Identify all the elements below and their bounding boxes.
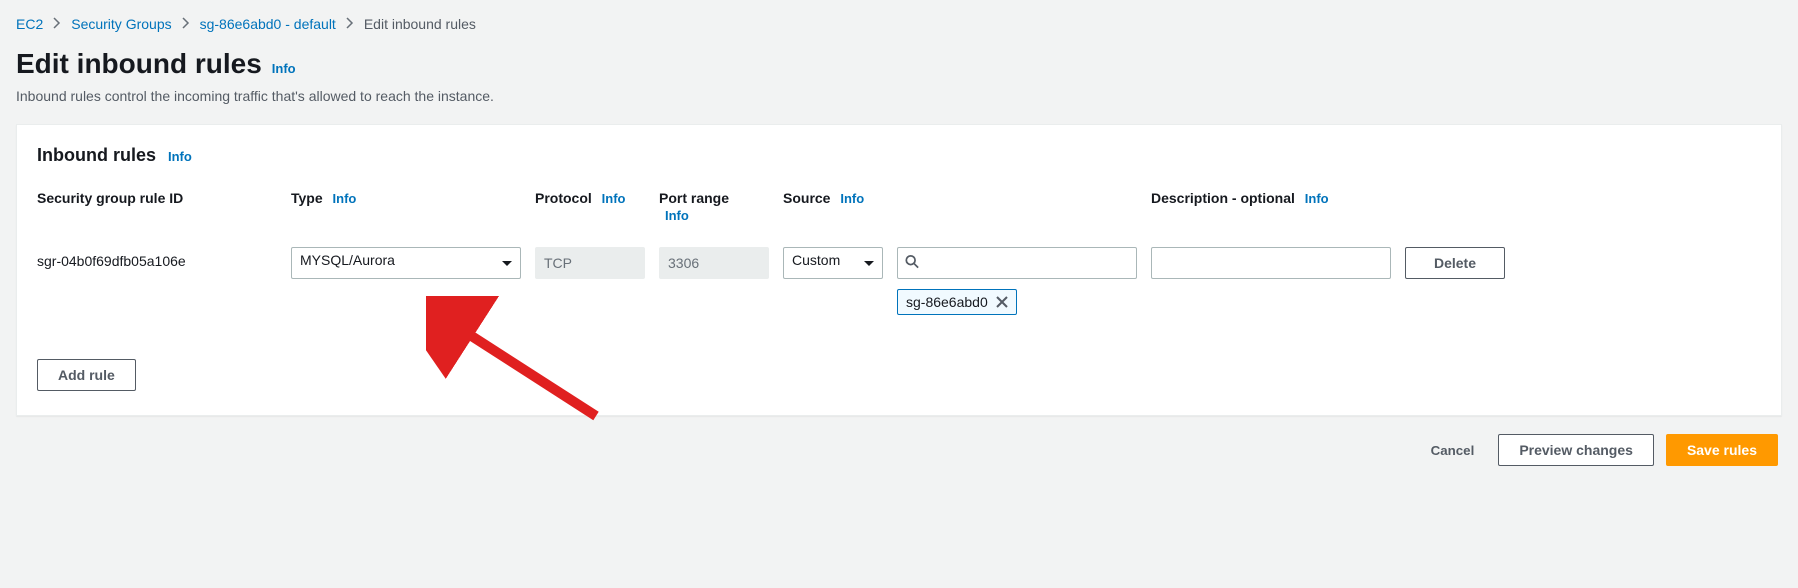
source-mode-select[interactable]: Custom <box>783 247 883 279</box>
col-source: Source Info <box>783 190 883 206</box>
source-token: sg-86e6abd0 <box>897 289 1017 315</box>
chevron-right-icon <box>346 16 354 32</box>
breadcrumb-sg-detail[interactable]: sg-86e6abd0 - default <box>200 16 336 32</box>
search-icon <box>905 255 919 272</box>
col-port-range: Port range Info <box>659 190 769 223</box>
inbound-rules-panel: Inbound rules Info Security group rule I… <box>16 124 1782 416</box>
preview-changes-button[interactable]: Preview changes <box>1498 434 1654 466</box>
page-subtitle: Inbound rules control the incoming traff… <box>16 88 1782 104</box>
description-input[interactable] <box>1151 247 1391 279</box>
rule-row: sgr-04b0f69dfb05a106e MYSQL/Aurora Custo… <box>37 247 1761 315</box>
col-rule-id: Security group rule ID <box>37 190 277 206</box>
port-range-input <box>659 247 769 279</box>
breadcrumb-current: Edit inbound rules <box>364 16 476 32</box>
type-select[interactable]: MYSQL/Aurora <box>291 247 521 279</box>
info-link-protocol[interactable]: Info <box>602 191 626 206</box>
add-rule-button[interactable]: Add rule <box>37 359 136 391</box>
chevron-right-icon <box>182 16 190 32</box>
info-link-panel[interactable]: Info <box>168 149 192 164</box>
col-description: Description - optional Info <box>1151 190 1391 206</box>
cancel-button[interactable]: Cancel <box>1419 439 1487 462</box>
save-rules-button[interactable]: Save rules <box>1666 434 1778 466</box>
breadcrumb-security-groups[interactable]: Security Groups <box>71 16 171 32</box>
breadcrumb: EC2 Security Groups sg-86e6abd0 - defaul… <box>16 16 1782 32</box>
source-token-label: sg-86e6abd0 <box>906 294 988 310</box>
source-search-input[interactable] <box>897 247 1137 279</box>
col-protocol: Protocol Info <box>535 190 645 206</box>
panel-title: Inbound rules <box>37 145 156 166</box>
close-icon[interactable] <box>996 296 1008 308</box>
info-link-page[interactable]: Info <box>272 61 296 76</box>
info-link-port[interactable]: Info <box>665 208 769 223</box>
delete-button[interactable]: Delete <box>1405 247 1505 279</box>
protocol-input <box>535 247 645 279</box>
info-link-type[interactable]: Info <box>333 191 357 206</box>
rule-id-value: sgr-04b0f69dfb05a106e <box>37 247 277 269</box>
col-type: Type Info <box>291 190 521 206</box>
breadcrumb-ec2[interactable]: EC2 <box>16 16 43 32</box>
info-link-description[interactable]: Info <box>1305 191 1329 206</box>
page-title: Edit inbound rules <box>16 48 262 80</box>
chevron-right-icon <box>53 16 61 32</box>
info-link-source[interactable]: Info <box>840 191 864 206</box>
